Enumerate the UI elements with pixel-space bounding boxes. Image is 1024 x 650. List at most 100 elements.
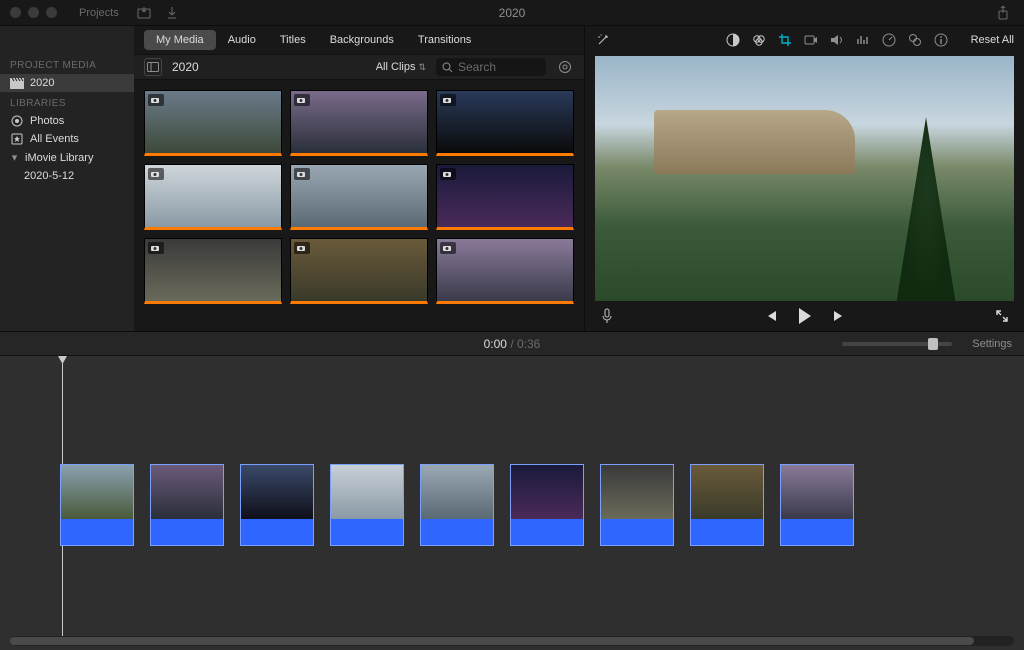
speed-icon[interactable] — [881, 32, 897, 48]
timeline-clip[interactable] — [330, 464, 404, 546]
next-frame-icon[interactable] — [831, 308, 847, 324]
sidebar-item-event[interactable]: 2020-5-12 — [0, 167, 134, 185]
horizontal-scrollbar[interactable] — [10, 636, 1014, 646]
download-icon[interactable] — [161, 4, 183, 22]
import-icon[interactable] — [133, 4, 155, 22]
camera-icon — [440, 168, 456, 180]
close-window[interactable] — [10, 7, 21, 18]
sidebar-item-imovie-library[interactable]: ▾ iMovie Library — [0, 148, 134, 167]
noise-reduction-icon[interactable] — [855, 32, 871, 48]
timeline-clip[interactable] — [240, 464, 314, 546]
camera-icon — [294, 168, 310, 180]
sidebar: PROJECT MEDIA 2020 LIBRARIES Photos All … — [0, 26, 134, 331]
browser-path: 2020 — [172, 60, 199, 74]
browser-settings-button[interactable] — [556, 58, 574, 76]
camera-icon — [294, 242, 310, 254]
star-icon — [10, 133, 24, 145]
sidebar-item-all-events[interactable]: All Events — [0, 130, 134, 148]
enhance-wand-icon[interactable] — [595, 32, 611, 48]
window-controls — [10, 7, 57, 18]
disclosure-triangle-icon[interactable]: ▾ — [10, 151, 19, 164]
timecode-duration: 0:36 — [517, 337, 540, 351]
back-to-projects-button[interactable]: Projects — [71, 4, 127, 22]
media-thumbnail[interactable] — [436, 238, 574, 304]
media-thumbnail[interactable] — [144, 238, 282, 304]
clip-filter-dropdown[interactable]: All Clips ⇅ — [376, 61, 426, 73]
viewer-canvas-wrap — [595, 56, 1014, 301]
viewer-panel: Reset All — [584, 26, 1024, 331]
tab-audio[interactable]: Audio — [216, 30, 268, 50]
thumbnail-grid — [134, 80, 584, 331]
camera-icon — [148, 168, 164, 180]
timeline-clip[interactable] — [510, 464, 584, 546]
toggle-sidebar-button[interactable] — [144, 58, 162, 76]
browser-toolbar: 2020 All Clips ⇅ Search — [134, 54, 584, 80]
timeline-header: 0:00 / 0:36 Settings — [0, 332, 1024, 356]
media-thumbnail[interactable] — [436, 164, 574, 230]
title-bar: Projects 2020 — [0, 0, 1024, 26]
sidebar-item-photos[interactable]: Photos — [0, 112, 134, 130]
sidebar-item-label: Photos — [30, 115, 64, 127]
camera-icon — [440, 242, 456, 254]
clip-filter-label: All Clips — [376, 61, 416, 73]
viewer-canvas[interactable] — [595, 56, 1014, 301]
zoom-slider-knob[interactable] — [928, 338, 938, 350]
fullscreen-icon[interactable] — [994, 308, 1010, 324]
zoom-slider[interactable] — [842, 342, 952, 346]
clip-filter-icon[interactable] — [907, 32, 923, 48]
timeline-clip[interactable] — [690, 464, 764, 546]
viewer-toolbar: Reset All — [585, 26, 1024, 54]
prev-frame-icon[interactable] — [763, 308, 779, 324]
sidebar-toggle-icon — [147, 62, 159, 72]
media-thumbnail[interactable] — [290, 238, 428, 304]
tab-my-media[interactable]: My Media — [144, 30, 216, 50]
sidebar-item-label: 2020-5-12 — [24, 170, 74, 182]
sidebar-item-label: iMovie Library — [25, 152, 93, 164]
camera-icon — [440, 94, 456, 106]
timeline-clip[interactable] — [600, 464, 674, 546]
timeline-body[interactable] — [0, 356, 1024, 650]
clip-row — [60, 464, 1004, 546]
stabilization-icon[interactable] — [803, 32, 819, 48]
timeline-clip[interactable] — [780, 464, 854, 546]
zoom-window[interactable] — [46, 7, 57, 18]
sidebar-section-project-media: PROJECT MEDIA — [0, 54, 134, 74]
reset-all-button[interactable]: Reset All — [971, 34, 1014, 46]
photos-app-icon — [10, 115, 24, 127]
timeline-clip[interactable] — [60, 464, 134, 546]
volume-icon[interactable] — [829, 32, 845, 48]
media-thumbnail[interactable] — [436, 90, 574, 156]
camera-icon — [148, 242, 164, 254]
media-thumbnail[interactable] — [290, 90, 428, 156]
color-correction-icon[interactable] — [751, 32, 767, 48]
updown-icon: ⇅ — [418, 62, 426, 73]
crop-icon[interactable] — [777, 32, 793, 48]
timeline-clip[interactable] — [420, 464, 494, 546]
timeline-clip[interactable] — [150, 464, 224, 546]
play-button[interactable] — [797, 308, 813, 324]
sidebar-item-label: All Events — [30, 133, 79, 145]
tab-backgrounds[interactable]: Backgrounds — [318, 30, 406, 50]
transport-controls — [585, 301, 1024, 331]
info-icon[interactable] — [933, 32, 949, 48]
color-balance-icon[interactable] — [725, 32, 741, 48]
timecode-current: 0:00 — [484, 337, 507, 351]
media-thumbnail[interactable] — [144, 90, 282, 156]
sidebar-project-item[interactable]: 2020 — [0, 74, 134, 92]
tab-titles[interactable]: Titles — [268, 30, 318, 50]
media-thumbnail[interactable] — [290, 164, 428, 230]
gear-icon — [558, 60, 572, 74]
tab-transitions[interactable]: Transitions — [406, 30, 483, 50]
voiceover-mic-icon[interactable] — [599, 308, 615, 324]
media-thumbnail[interactable] — [144, 164, 282, 230]
sidebar-project-label: 2020 — [30, 77, 54, 89]
media-browser: My Media Audio Titles Backgrounds Transi… — [134, 26, 584, 331]
search-field[interactable]: Search — [436, 58, 546, 76]
search-icon — [442, 62, 453, 73]
timeline: 0:00 / 0:36 Settings — [0, 332, 1024, 650]
sidebar-section-libraries: LIBRARIES — [0, 92, 134, 112]
camera-icon — [294, 94, 310, 106]
share-icon[interactable] — [992, 4, 1014, 22]
scrollbar-thumb[interactable] — [10, 637, 974, 645]
minimize-window[interactable] — [28, 7, 39, 18]
